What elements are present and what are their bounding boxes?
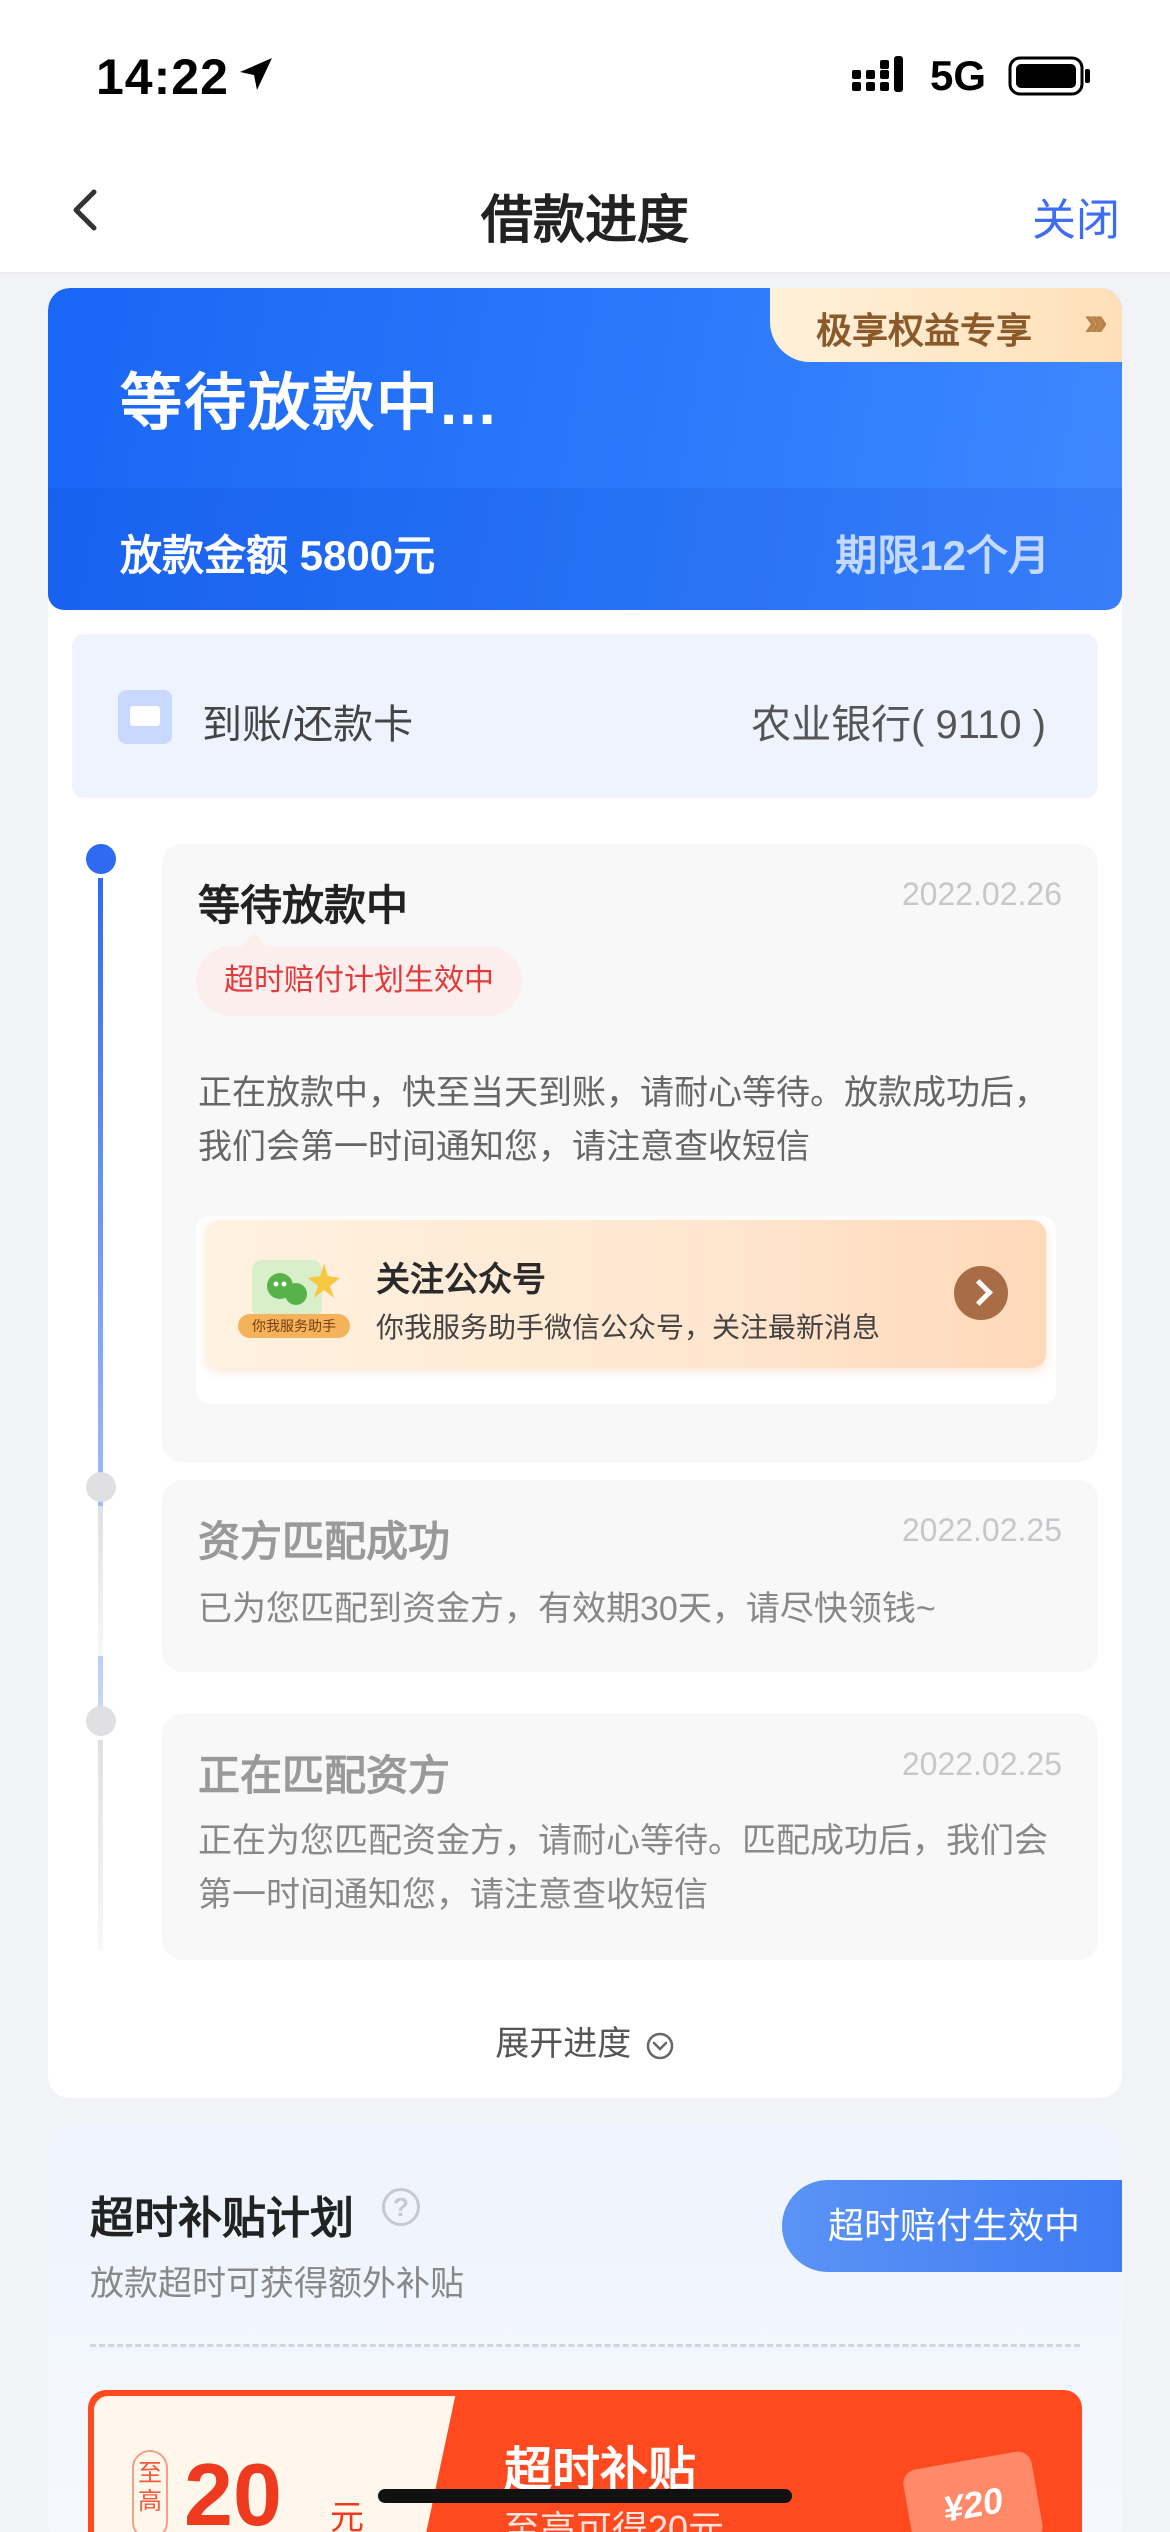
step-description-line: 我们会第一时间通知您，请注意查收短信: [198, 1128, 810, 1166]
wechat-follow-banner[interactable]: 你我服务助手 关注公众号 你我服务助手微信公众号，关注最新消息: [206, 1220, 1046, 1368]
status-bar: 14:22 5G: [0, 0, 1170, 150]
timeline-dot-active: [86, 844, 116, 874]
step-title: 等待放款中: [198, 882, 409, 929]
nav-bar: 借款进度 关闭: [0, 150, 1170, 274]
perk-label: 极享权益专享: [816, 310, 1033, 351]
wechat-assistant-icon: 你我服务助手: [238, 1260, 350, 1338]
timeline-line-inactive: [98, 1740, 103, 1950]
coupon-unit: 元: [330, 2499, 364, 2532]
home-indicator[interactable]: [378, 2489, 792, 2503]
loan-progress-card: 等待放款中... 极享权益专享 ››› 放款金额 5800元 期限12个月 到账…: [48, 288, 1122, 2098]
wechat-follow-title: 关注公众号: [376, 1261, 546, 1299]
subsidy-coupon[interactable]: 至高 20 元 超时补贴 至高可得20元 ¥20: [88, 2390, 1082, 2532]
compensation-active-button[interactable]: 超时赔付生效中: [782, 2180, 1122, 2272]
signal-icon: [852, 56, 903, 92]
close-button[interactable]: 关闭: [1032, 184, 1120, 248]
expand-progress-label: 展开进度: [495, 2025, 632, 2063]
step-card-pending-disbursement: 等待放款中 2022.02.26 超时赔付计划生效中 正在放款中，快至当天到账，…: [162, 844, 1098, 1462]
coupon-amount: 20: [184, 2445, 282, 2532]
timeline-line-inactive: [98, 1506, 103, 1656]
step-description-line: 第一时间通知您，请注意查收短信: [198, 1876, 708, 1914]
step-date: 2022.02.25: [901, 1746, 1062, 1782]
step-card-matching-lender: 正在匹配资方 2022.02.25 正在为您匹配资金方，请耐心等待。匹配成功后，…: [162, 1714, 1098, 1960]
step-description-line: 正在放款中，快至当天到账，请耐心等待。放款成功后，: [198, 1074, 1048, 1112]
timeline-dot-inactive: [86, 1706, 116, 1736]
svg-text:你我服务助手: 你我服务助手: [252, 1319, 336, 1335]
bank-card-value: 农业银行( 9110 ): [751, 703, 1046, 747]
loan-term: 期限12个月: [835, 532, 1050, 579]
chevron-right-icon[interactable]: [954, 1266, 1008, 1320]
status-time: 14:22: [96, 49, 229, 105]
perk-tag-button[interactable]: 极享权益专享 ›››: [770, 288, 1122, 362]
wechat-follow-subtitle: 你我服务助手微信公众号，关注最新消息: [376, 1312, 881, 1343]
step-title: 正在匹配资方: [198, 1752, 451, 1799]
coupon-subtitle: 至高可得20元: [504, 2508, 725, 2532]
step-title: 资方匹配成功: [198, 1518, 451, 1565]
bank-card-icon: [118, 690, 172, 744]
network-type: 5G: [930, 52, 987, 99]
step-description-line: 已为您匹配到资金方，有效期30天，请尽快领钱~: [198, 1590, 936, 1628]
help-icon[interactable]: ?: [382, 2188, 420, 2226]
expand-progress-button[interactable]: 展开进度: [48, 2016, 1122, 2065]
step-description-line: 正在为您匹配资金方，请耐心等待。匹配成功后，我们会: [198, 1822, 1048, 1860]
loan-amount: 放款金额 5800元: [120, 532, 436, 579]
step-date: 2022.02.26: [901, 876, 1062, 912]
subsidy-title: 超时补贴计划: [90, 2194, 354, 2243]
page-title: 借款进度: [480, 192, 689, 250]
step-description: 已为您匹配到资金方，有效期30天，请尽快领钱~: [198, 1582, 1058, 1636]
step-description: 正在为您匹配资金方，请耐心等待。匹配成功后，我们会 第一时间通知您，请注意查收短…: [198, 1814, 1058, 1922]
subsidy-description: 放款超时可获得额外补贴: [90, 2265, 464, 2303]
timeline-dot-inactive: [86, 1472, 116, 1502]
coupon-ticket-icon: ¥20: [901, 2449, 1045, 2532]
wechat-follow-box: 你我服务助手 关注公众号 你我服务助手微信公众号，关注最新消息: [196, 1216, 1056, 1404]
dashed-divider: [90, 2344, 1080, 2347]
step-date: 2022.02.25: [901, 1512, 1062, 1548]
bank-card-row: 到账/还款卡 农业银行( 9110 ): [72, 634, 1098, 798]
loan-status-text: 等待放款中...: [120, 369, 498, 438]
loan-status-banner: 等待放款中... 极享权益专享 ››› 放款金额 5800元 期限12个月: [48, 288, 1122, 610]
compensation-badge: 超时赔付计划生效中: [196, 932, 522, 1016]
triple-chevron-icon: ›››: [1084, 300, 1108, 344]
bank-card-label: 到账/还款卡: [202, 703, 414, 747]
subsidy-plan-card: 超时补贴计划 ? 放款超时可获得额外补贴 超时赔付生效中 至高 20 元 超时补…: [48, 2126, 1122, 2532]
step-description: 正在放款中，快至当天到账，请耐心等待。放款成功后， 我们会第一时间通知您，请注意…: [198, 1066, 1058, 1174]
step-card-lender-matched: 资方匹配成功 2022.02.25 已为您匹配到资金方，有效期30天，请尽快领钱…: [162, 1480, 1098, 1672]
battery-icon: [1008, 56, 1090, 96]
coupon-max-tag: 至高: [132, 2450, 168, 2532]
chevron-down-circle-icon: [646, 2032, 673, 2060]
location-arrow-icon: [240, 58, 272, 90]
